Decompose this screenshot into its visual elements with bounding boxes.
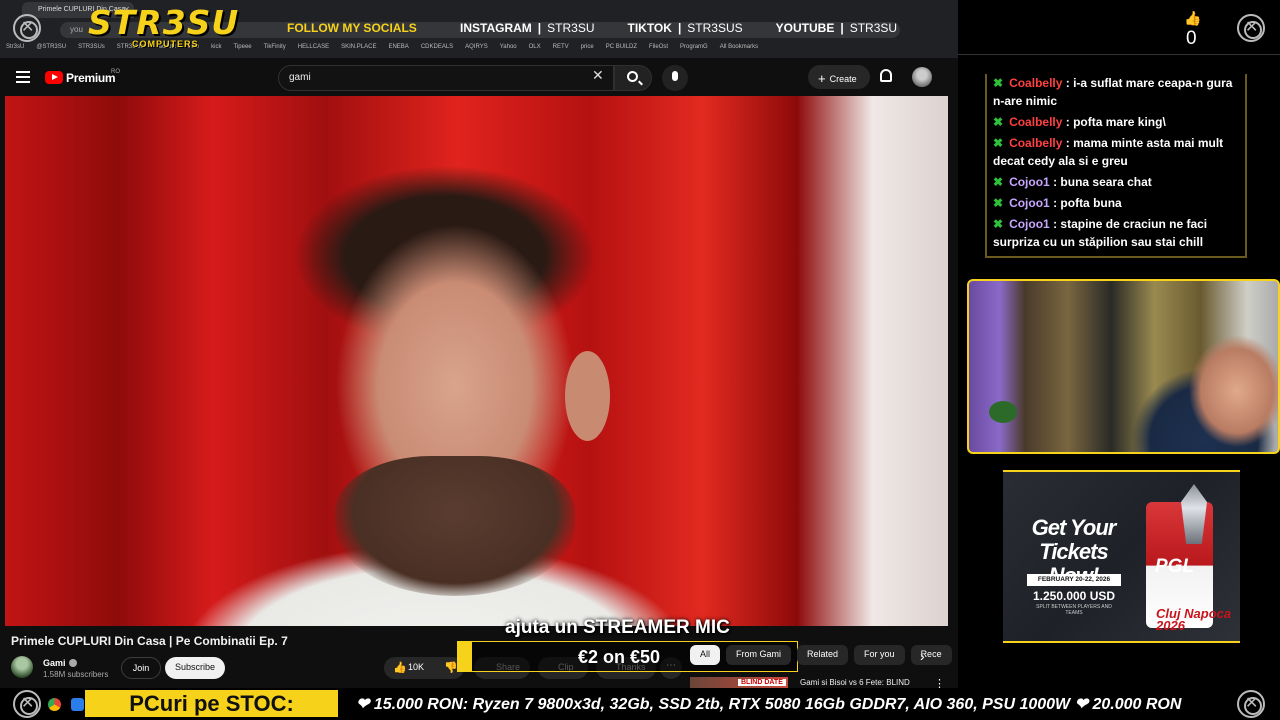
social-youtube: YOUTUBE | STR3SU (775, 21, 898, 35)
channel-avatar[interactable] (11, 656, 33, 678)
filter-chip[interactable]: Rece (910, 645, 952, 665)
chat-separator: : (1062, 136, 1074, 150)
social-instagram: INSTAGRAM | STR3SU (460, 21, 595, 35)
ad-prize-sub: SPLIT BETWEEN PLAYERS AND TEAMS (1036, 604, 1112, 616)
webcam-feed (967, 279, 1280, 454)
chat-username: Coalbelly (1009, 115, 1063, 129)
thumbnail-label: BLIND DATE (738, 679, 786, 686)
bell-icon[interactable] (880, 69, 892, 82)
chat-message: ✖ Coalbelly : pofta mare king\ (993, 113, 1241, 131)
donation-text: €2 on €50 (578, 647, 661, 667)
donation-progress (458, 642, 472, 671)
thumbs-up-icon: 👍 (393, 662, 407, 674)
search-icon (627, 71, 638, 82)
voice-search-button[interactable] (662, 65, 688, 91)
search-input[interactable]: gami (278, 65, 614, 91)
video-subject-ear (565, 351, 610, 441)
join-button[interactable]: Join (121, 657, 161, 679)
create-button[interactable]: + Create (808, 65, 870, 89)
thumbs-down-icon[interactable]: 👎 (444, 661, 458, 674)
chat-separator: : (1049, 175, 1061, 189)
video-title: Primele CUPLURI Din Casa | Pe Combinatii… (11, 634, 288, 648)
pgl-ad: Get Your Tickets Now! FEBRUARY 20-22, 20… (1003, 470, 1240, 643)
chat-text: pofta mare king\ (1073, 115, 1166, 129)
hamburger-icon[interactable] (16, 71, 30, 83)
stream-like-count: 0 (1186, 28, 1197, 49)
chat-message: ✖ Cojoo1 : buna seara chat (993, 173, 1241, 191)
webcam-plant (989, 401, 1017, 423)
target-icon (13, 690, 41, 718)
plus-icon: + (818, 71, 826, 86)
ticker-text: ❤ 15.000 RON: Ryzen 7 9800x3d, 32Gb, SSD… (356, 696, 1182, 713)
platform-badge-icon: ✖ (993, 76, 1004, 90)
ad-prize: 1.250.000 USD (1032, 589, 1116, 603)
chat-separator: : (1062, 115, 1074, 129)
video-player[interactable] (5, 96, 948, 626)
chat-panel: ✖ Coalbelly : i-a suflat mare ceapa-n gur… (985, 74, 1247, 258)
chat-username: Cojoo1 (1009, 217, 1050, 231)
chevron-right-icon[interactable]: › (920, 648, 925, 664)
platform-badge-icon: ✖ (993, 196, 1004, 210)
chat-username: Cojoo1 (1009, 175, 1050, 189)
chat-text: pofta buna (1060, 196, 1122, 210)
chat-separator: : (1062, 76, 1074, 90)
stream-subtitle: ajuta un STREAMER MIC (505, 617, 730, 638)
youtube-header: Premium RO gami ✕ + Create (0, 58, 958, 96)
chrome-icon[interactable] (48, 698, 61, 711)
youtube-premium-label[interactable]: Premium (66, 71, 116, 85)
follow-label: FOLLOW MY SOCIALS (287, 21, 417, 35)
subscribe-button[interactable]: Subscribe (165, 657, 225, 679)
brand-subtitle: COMPUTERS (132, 39, 199, 49)
chat-username: Cojoo1 (1009, 196, 1050, 210)
divider (958, 54, 1280, 55)
target-icon (1237, 14, 1265, 42)
filter-chip[interactable]: All (690, 645, 721, 665)
platform-badge-icon: ✖ (993, 136, 1004, 150)
stream-overlay-top: STR3SU COMPUTERS FOLLOW MY SOCIALS INSTA… (0, 0, 958, 54)
ad-date: FEBRUARY 20-22, 2026 (1027, 574, 1121, 586)
youtube-logo-icon[interactable] (45, 71, 63, 84)
filter-chip[interactable]: From Gami (726, 645, 792, 665)
target-icon (1237, 690, 1265, 718)
channel-name[interactable]: Gami (43, 658, 77, 668)
app-icon[interactable] (71, 698, 84, 711)
filter-chip[interactable]: Related (797, 645, 849, 665)
avatar[interactable] (912, 67, 932, 87)
platform-badge-icon: ✖ (993, 217, 1004, 231)
chat-message: ✖ Coalbelly : i-a suflat mare ceapa-n gur… (993, 74, 1241, 110)
verified-icon (68, 659, 77, 667)
target-icon (13, 14, 41, 42)
chat-separator: : (1049, 217, 1061, 231)
social-tiktok: TIKTOK | STR3SUS (627, 21, 743, 35)
filter-chips: All From Gami Related For you Rece (690, 645, 952, 665)
socials-bar: FOLLOW MY SOCIALS INSTAGRAM | STR3SU TIKTO… (287, 21, 930, 35)
mic-icon (672, 71, 678, 81)
ad-city: Cluj Napoca 2026 (1156, 606, 1232, 633)
platform-badge-icon: ✖ (993, 115, 1004, 129)
chat-username: Coalbelly (1009, 136, 1063, 150)
platform-badge-icon: ✖ (993, 175, 1004, 189)
search-button[interactable] (614, 65, 652, 91)
chat-separator: : (1049, 196, 1061, 210)
ad-brand: PGL (1155, 556, 1195, 577)
subscriber-count: 1.58M subscribers (43, 670, 109, 679)
filter-chip[interactable]: For you (854, 645, 905, 665)
like-count: 10K (408, 662, 425, 672)
video-subject (335, 456, 575, 596)
clear-search-icon[interactable]: ✕ (592, 67, 604, 84)
chat-message: ✖ Cojoo1 : stapine de craciun ne faci sur… (993, 215, 1241, 251)
ticker-label: PCuri pe STOC: (85, 690, 338, 717)
like-button[interactable]: 👍 10K 👎 (384, 657, 464, 679)
thumbs-up-icon: 👍 (1184, 10, 1202, 26)
chat-message: ✖ Cojoo1 : pofta buna (993, 194, 1241, 212)
taskbar (48, 698, 84, 711)
brand-logo: STR3SU (88, 3, 240, 42)
chat-message: ✖ Coalbelly : mama minte asta mai mult de… (993, 134, 1241, 170)
region-label: RO (111, 69, 120, 75)
chat-username: Coalbelly (1009, 76, 1063, 90)
chat-text: buna seara chat (1060, 175, 1152, 189)
